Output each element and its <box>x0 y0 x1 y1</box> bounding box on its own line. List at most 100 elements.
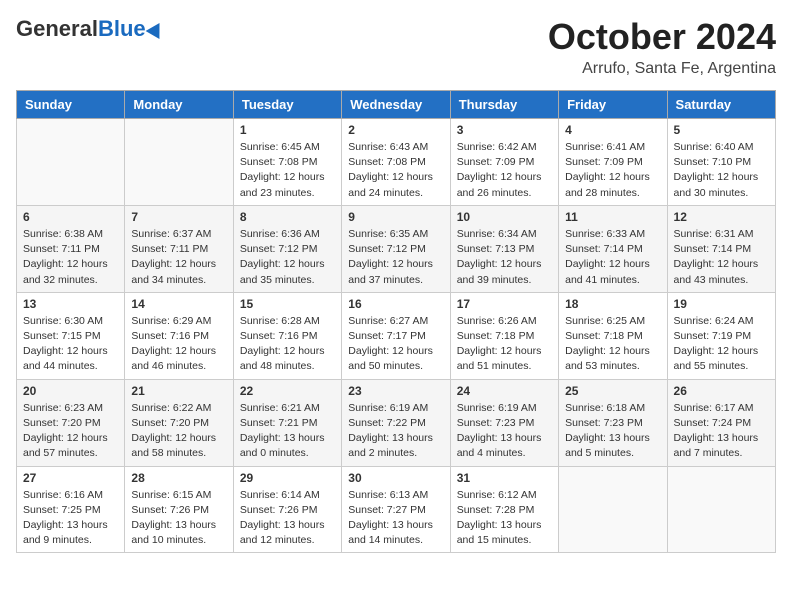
weekday-header-friday: Friday <box>559 91 667 119</box>
calendar-cell: 29 Sunrise: 6:14 AM Sunset: 7:26 PM Dayli… <box>233 466 341 553</box>
day-info: Sunrise: 6:19 AM Sunset: 7:22 PM Dayligh… <box>348 401 443 462</box>
logo-text: General Blue <box>16 16 164 42</box>
day-number: 4 <box>565 123 660 137</box>
calendar-cell: 3 Sunrise: 6:42 AM Sunset: 7:09 PM Daylig… <box>450 119 558 206</box>
day-number: 18 <box>565 297 660 311</box>
day-number: 6 <box>23 210 118 224</box>
calendar-cell: 20 Sunrise: 6:23 AM Sunset: 7:20 PM Dayli… <box>17 379 125 466</box>
calendar-week-5: 27Sunrise: 6:16 AM Sunset: 7:25 PM Dayli… <box>17 466 776 553</box>
calendar-cell: 7 Sunrise: 6:37 AM Sunset: 7:11 PM Daylig… <box>125 205 233 292</box>
day-info: Sunrise: 6:41 AM Sunset: 7:09 PM Dayligh… <box>565 140 660 201</box>
day-number: 3 <box>457 123 552 137</box>
calendar-cell: 18Sunrise: 6:25 AM Sunset: 7:18 PM Dayli… <box>559 292 667 379</box>
calendar-cell: 21 Sunrise: 6:22 AM Sunset: 7:20 PM Dayli… <box>125 379 233 466</box>
day-info: Sunrise: 6:29 AM Sunset: 7:16 PM Dayligh… <box>131 314 226 375</box>
day-info: Sunrise: 6:12 AM Sunset: 7:28 PM Dayligh… <box>457 488 552 549</box>
day-info: Sunrise: 6:36 AM Sunset: 7:12 PM Dayligh… <box>240 227 335 288</box>
day-info: Sunrise: 6:34 AM Sunset: 7:13 PM Dayligh… <box>457 227 552 288</box>
day-number: 10 <box>457 210 552 224</box>
day-number: 8 <box>240 210 335 224</box>
day-info: Sunrise: 6:35 AM Sunset: 7:12 PM Dayligh… <box>348 227 443 288</box>
calendar-cell <box>559 466 667 553</box>
calendar-cell: 16 Sunrise: 6:27 AM Sunset: 7:17 PM Dayli… <box>342 292 450 379</box>
day-number: 28 <box>131 471 226 485</box>
day-info: Sunrise: 6:43 AM Sunset: 7:08 PM Dayligh… <box>348 140 443 201</box>
day-number: 19 <box>674 297 769 311</box>
calendar-cell: 8 Sunrise: 6:36 AM Sunset: 7:12 PM Daylig… <box>233 205 341 292</box>
weekday-header-tuesday: Tuesday <box>233 91 341 119</box>
calendar-week-2: 6Sunrise: 6:38 AM Sunset: 7:11 PM Daylig… <box>17 205 776 292</box>
day-number: 1 <box>240 123 335 137</box>
page-header: General Blue October 2024 Arrufo, Santa … <box>16 16 776 78</box>
calendar-cell: 19Sunrise: 6:24 AM Sunset: 7:19 PM Dayli… <box>667 292 775 379</box>
calendar-cell: 15 Sunrise: 6:28 AM Sunset: 7:16 PM Dayli… <box>233 292 341 379</box>
calendar-cell: 14Sunrise: 6:29 AM Sunset: 7:16 PM Dayli… <box>125 292 233 379</box>
calendar-cell: 6Sunrise: 6:38 AM Sunset: 7:11 PM Daylig… <box>17 205 125 292</box>
day-info: Sunrise: 6:45 AM Sunset: 7:08 PM Dayligh… <box>240 140 335 201</box>
day-number: 7 <box>131 210 226 224</box>
day-number: 20 <box>23 384 118 398</box>
calendar-body: 1 Sunrise: 6:45 AM Sunset: 7:08 PM Daylig… <box>17 119 776 553</box>
day-info: Sunrise: 6:40 AM Sunset: 7:10 PM Dayligh… <box>674 140 769 201</box>
day-info: Sunrise: 6:22 AM Sunset: 7:20 PM Dayligh… <box>131 401 226 462</box>
weekday-header-sunday: Sunday <box>17 91 125 119</box>
day-number: 9 <box>348 210 443 224</box>
calendar-cell: 10 Sunrise: 6:34 AM Sunset: 7:13 PM Dayli… <box>450 205 558 292</box>
day-number: 21 <box>131 384 226 398</box>
day-info: Sunrise: 6:18 AM Sunset: 7:23 PM Dayligh… <box>565 401 660 462</box>
calendar-cell: 25Sunrise: 6:18 AM Sunset: 7:23 PM Dayli… <box>559 379 667 466</box>
day-info: Sunrise: 6:23 AM Sunset: 7:20 PM Dayligh… <box>23 401 118 462</box>
calendar-cell <box>125 119 233 206</box>
calendar-cell: 2Sunrise: 6:43 AM Sunset: 7:08 PM Daylig… <box>342 119 450 206</box>
day-info: Sunrise: 6:13 AM Sunset: 7:27 PM Dayligh… <box>348 488 443 549</box>
day-info: Sunrise: 6:27 AM Sunset: 7:17 PM Dayligh… <box>348 314 443 375</box>
calendar-cell: 13 Sunrise: 6:30 AM Sunset: 7:15 PM Dayli… <box>17 292 125 379</box>
day-info: Sunrise: 6:15 AM Sunset: 7:26 PM Dayligh… <box>131 488 226 549</box>
calendar-table: SundayMondayTuesdayWednesdayThursdayFrid… <box>16 90 776 553</box>
day-info: Sunrise: 6:16 AM Sunset: 7:25 PM Dayligh… <box>23 488 118 549</box>
day-info: Sunrise: 6:33 AM Sunset: 7:14 PM Dayligh… <box>565 227 660 288</box>
month-title: October 2024 <box>548 16 776 58</box>
day-number: 29 <box>240 471 335 485</box>
calendar-cell <box>17 119 125 206</box>
day-number: 15 <box>240 297 335 311</box>
day-number: 13 <box>23 297 118 311</box>
day-info: Sunrise: 6:31 AM Sunset: 7:14 PM Dayligh… <box>674 227 769 288</box>
calendar-cell: 9 Sunrise: 6:35 AM Sunset: 7:12 PM Daylig… <box>342 205 450 292</box>
day-number: 22 <box>240 384 335 398</box>
calendar-week-1: 1 Sunrise: 6:45 AM Sunset: 7:08 PM Daylig… <box>17 119 776 206</box>
weekday-header-wednesday: Wednesday <box>342 91 450 119</box>
calendar-header-row: SundayMondayTuesdayWednesdayThursdayFrid… <box>17 91 776 119</box>
calendar-cell: 28 Sunrise: 6:15 AM Sunset: 7:26 PM Dayli… <box>125 466 233 553</box>
day-number: 11 <box>565 210 660 224</box>
day-info: Sunrise: 6:14 AM Sunset: 7:26 PM Dayligh… <box>240 488 335 549</box>
day-number: 17 <box>457 297 552 311</box>
calendar-week-3: 13 Sunrise: 6:30 AM Sunset: 7:15 PM Dayli… <box>17 292 776 379</box>
calendar-cell: 30Sunrise: 6:13 AM Sunset: 7:27 PM Dayli… <box>342 466 450 553</box>
logo-triangle-icon <box>145 19 166 39</box>
day-number: 12 <box>674 210 769 224</box>
day-info: Sunrise: 6:30 AM Sunset: 7:15 PM Dayligh… <box>23 314 118 375</box>
weekday-header-monday: Monday <box>125 91 233 119</box>
logo-general: General <box>16 16 98 42</box>
logo-blue: Blue <box>98 16 146 42</box>
day-info: Sunrise: 6:37 AM Sunset: 7:11 PM Dayligh… <box>131 227 226 288</box>
calendar-cell: 22 Sunrise: 6:21 AM Sunset: 7:21 PM Dayli… <box>233 379 341 466</box>
calendar-week-4: 20 Sunrise: 6:23 AM Sunset: 7:20 PM Dayli… <box>17 379 776 466</box>
day-info: Sunrise: 6:28 AM Sunset: 7:16 PM Dayligh… <box>240 314 335 375</box>
calendar-cell: 12 Sunrise: 6:31 AM Sunset: 7:14 PM Dayli… <box>667 205 775 292</box>
calendar-cell: 26Sunrise: 6:17 AM Sunset: 7:24 PM Dayli… <box>667 379 775 466</box>
day-number: 23 <box>348 384 443 398</box>
calendar-cell <box>667 466 775 553</box>
calendar-cell: 27Sunrise: 6:16 AM Sunset: 7:25 PM Dayli… <box>17 466 125 553</box>
calendar-cell: 17 Sunrise: 6:26 AM Sunset: 7:18 PM Dayli… <box>450 292 558 379</box>
day-info: Sunrise: 6:21 AM Sunset: 7:21 PM Dayligh… <box>240 401 335 462</box>
title-section: October 2024 Arrufo, Santa Fe, Argentina <box>548 16 776 78</box>
day-number: 16 <box>348 297 443 311</box>
day-number: 24 <box>457 384 552 398</box>
calendar-cell: 5Sunrise: 6:40 AM Sunset: 7:10 PM Daylig… <box>667 119 775 206</box>
day-info: Sunrise: 6:42 AM Sunset: 7:09 PM Dayligh… <box>457 140 552 201</box>
day-info: Sunrise: 6:26 AM Sunset: 7:18 PM Dayligh… <box>457 314 552 375</box>
day-number: 26 <box>674 384 769 398</box>
day-number: 31 <box>457 471 552 485</box>
